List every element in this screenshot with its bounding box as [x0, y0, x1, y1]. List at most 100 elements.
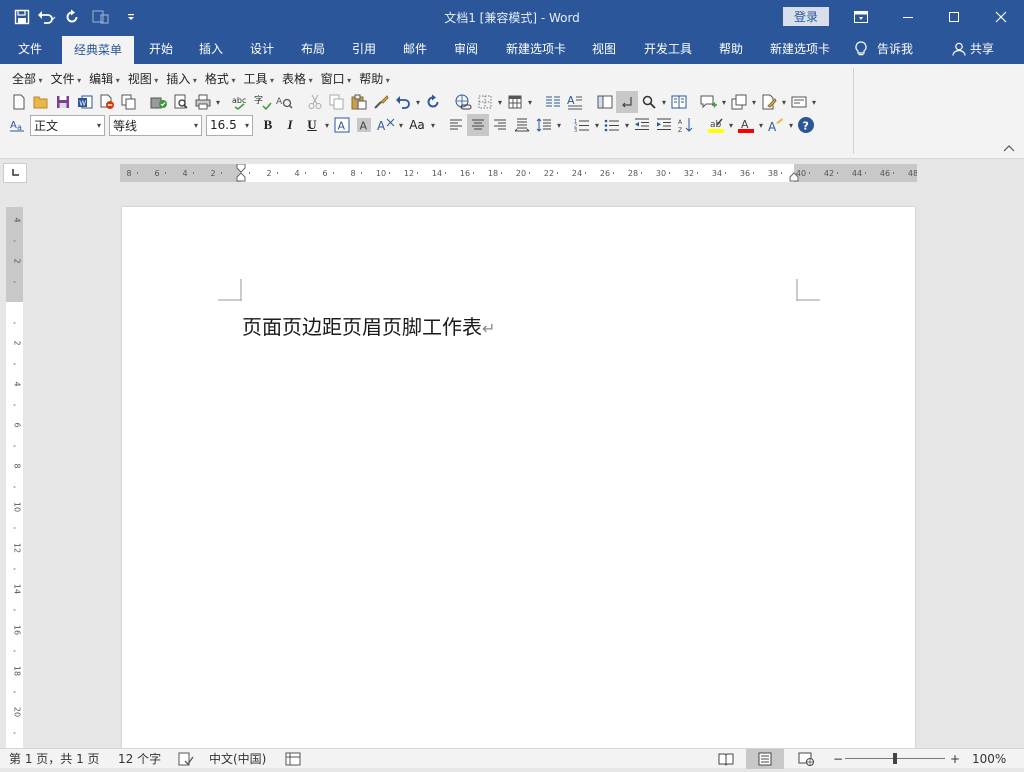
- menu-format[interactable]: 格式: [201, 70, 240, 88]
- spelling-button[interactable]: abc: [230, 91, 252, 113]
- collapse-ribbon-button[interactable]: [1003, 144, 1015, 152]
- tab-design[interactable]: 设计: [241, 34, 283, 64]
- language-indicator[interactable]: 中文(中国): [209, 749, 266, 769]
- font-select[interactable]: 等线 ▾: [109, 114, 202, 136]
- distributed-button[interactable]: [511, 114, 533, 136]
- table-dropdown[interactable]: ▾: [526, 91, 534, 113]
- page-count[interactable]: 第 1 页，共 1 页: [9, 749, 100, 769]
- decrease-indent-button[interactable]: [631, 114, 653, 136]
- arrange-dropdown[interactable]: ▾: [750, 91, 758, 113]
- highlight-dropdown[interactable]: ▾: [727, 114, 735, 136]
- new-document-button[interactable]: [8, 91, 30, 113]
- font-color-dropdown[interactable]: ▾: [757, 114, 765, 136]
- format-painter-button[interactable]: [370, 91, 392, 113]
- bold-button[interactable]: B: [257, 114, 279, 136]
- touch-mode-button[interactable]: [90, 4, 112, 30]
- underline-dropdown[interactable]: ▾: [323, 114, 331, 136]
- undo-toolbar-button[interactable]: [392, 91, 414, 113]
- text-box-button[interactable]: [788, 91, 810, 113]
- redo-button[interactable]: [62, 4, 82, 30]
- increase-indent-button[interactable]: [653, 114, 675, 136]
- menu-view[interactable]: 视图: [124, 70, 163, 88]
- document-page[interactable]: 页面页边距页眉页脚工作表↵: [122, 207, 915, 752]
- copy-button[interactable]: [326, 91, 348, 113]
- bullets-dropdown[interactable]: ▾: [623, 114, 631, 136]
- numbering-dropdown[interactable]: ▾: [593, 114, 601, 136]
- show-hide-marks-button[interactable]: [616, 91, 638, 113]
- customize-qat-button[interactable]: [124, 4, 138, 30]
- paste-button[interactable]: [348, 91, 370, 113]
- highlight-button[interactable]: ab: [705, 114, 727, 136]
- align-center-button[interactable]: [467, 114, 489, 136]
- menu-edit[interactable]: 编辑: [85, 70, 124, 88]
- find-button[interactable]: [638, 91, 660, 113]
- tab-insert[interactable]: 插入: [190, 34, 232, 64]
- text-box-dropdown[interactable]: ▾: [810, 91, 818, 113]
- share-button[interactable]: 共享: [952, 34, 1006, 64]
- font-color-button[interactable]: A: [735, 114, 757, 136]
- zoom-level[interactable]: 100%: [972, 749, 1006, 769]
- save-button[interactable]: [12, 4, 32, 30]
- proofing-button[interactable]: [178, 752, 194, 772]
- tab-new-tab-2[interactable]: 新建选项卡: [764, 34, 836, 64]
- print-dropdown[interactable]: ▾: [214, 91, 222, 113]
- borders-button[interactable]: [474, 91, 496, 113]
- undo-button[interactable]: [34, 4, 60, 30]
- close-document-button[interactable]: [96, 91, 118, 113]
- comment-dropdown[interactable]: ▾: [720, 91, 728, 113]
- help-button[interactable]: ?: [795, 114, 817, 136]
- menu-window[interactable]: 窗口: [317, 70, 356, 88]
- font-size-select[interactable]: 16.5 ▾: [206, 114, 253, 136]
- menu-help[interactable]: 帮助: [355, 70, 394, 88]
- read-mode-button[interactable]: [718, 752, 734, 772]
- tab-mailings[interactable]: 邮件: [394, 34, 436, 64]
- bullets-button[interactable]: [601, 114, 623, 136]
- tab-view[interactable]: 视图: [583, 34, 625, 64]
- borders-dropdown[interactable]: ▾: [496, 91, 504, 113]
- tab-home[interactable]: 开始: [140, 34, 182, 64]
- line-spacing-button[interactable]: [533, 114, 555, 136]
- redo-toolbar-button[interactable]: [422, 91, 444, 113]
- close-button[interactable]: [978, 0, 1024, 34]
- zoom-in-button[interactable]: +: [950, 749, 960, 769]
- phonetic-guide-dropdown[interactable]: ▾: [787, 114, 795, 136]
- menu-table[interactable]: 表格: [278, 70, 317, 88]
- change-case-dropdown[interactable]: ▾: [429, 114, 437, 136]
- change-case-button[interactable]: Aa: [405, 114, 429, 136]
- menu-tools[interactable]: 工具: [239, 70, 278, 88]
- open-button[interactable]: [30, 91, 52, 113]
- permission-button[interactable]: [148, 91, 170, 113]
- copy-format-button[interactable]: [118, 91, 140, 113]
- drop-cap-button[interactable]: A: [564, 91, 586, 113]
- styles-dropdown[interactable]: ▾: [780, 91, 788, 113]
- sort-button[interactable]: AZ: [675, 114, 697, 136]
- line-spacing-dropdown[interactable]: ▾: [555, 114, 563, 136]
- tab-selector[interactable]: [3, 163, 27, 183]
- phonetic-guide-button[interactable]: A: [765, 114, 787, 136]
- zoom-slider[interactable]: [845, 749, 945, 769]
- print-button[interactable]: [192, 91, 214, 113]
- minimize-button[interactable]: [885, 0, 931, 34]
- columns-button[interactable]: [542, 91, 564, 113]
- table-button[interactable]: [504, 91, 526, 113]
- align-left-button[interactable]: [445, 114, 467, 136]
- underline-button[interactable]: U: [301, 114, 323, 136]
- hyperlink-button[interactable]: [452, 91, 474, 113]
- research-button[interactable]: A: [274, 91, 296, 113]
- cut-button[interactable]: [304, 91, 326, 113]
- tab-references[interactable]: 引用: [343, 34, 385, 64]
- reading-mode-button[interactable]: [668, 91, 690, 113]
- styles-button[interactable]: [758, 91, 780, 113]
- text-effects-dropdown[interactable]: ▾: [397, 114, 405, 136]
- horizontal-ruler[interactable]: 8 6 4 2 2 4 6 8 10 12 14 16 18 20 22 24 26 28 30 32 34 36 38 40…: [120, 164, 917, 182]
- align-right-button[interactable]: [489, 114, 511, 136]
- tab-developer[interactable]: 开发工具: [636, 34, 700, 64]
- tab-classic-menu[interactable]: 经典菜单: [62, 36, 134, 64]
- menu-insert[interactable]: 插入: [162, 70, 201, 88]
- find-dropdown[interactable]: ▾: [660, 91, 668, 113]
- tab-review[interactable]: 审阅: [445, 34, 487, 64]
- character-border-button[interactable]: A: [331, 114, 353, 136]
- login-button[interactable]: 登录: [783, 7, 829, 26]
- macro-button[interactable]: [285, 752, 301, 772]
- document-body-text[interactable]: 页面页边距页眉页脚工作表↵: [242, 311, 495, 340]
